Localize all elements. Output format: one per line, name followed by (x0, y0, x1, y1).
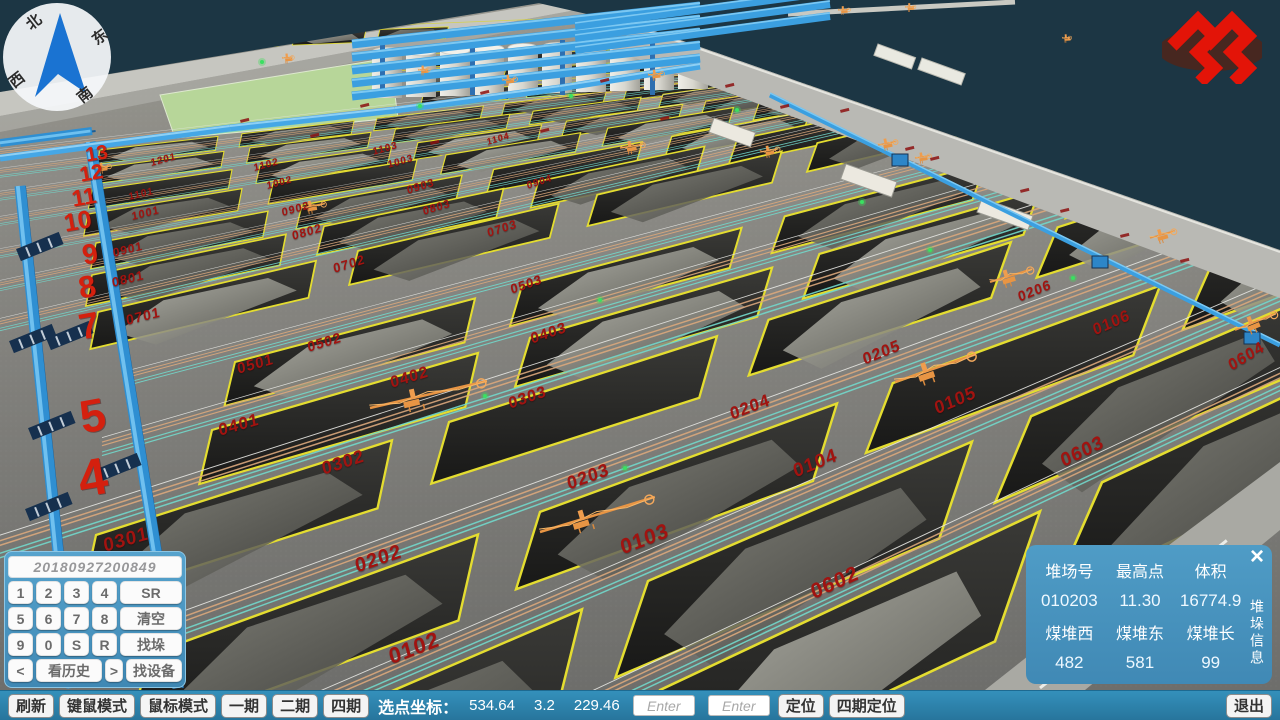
keypad-button-9[interactable]: 9 (8, 633, 33, 656)
keypad-button-S[interactable]: S (64, 633, 89, 656)
company-logo-icon (1162, 6, 1262, 84)
keypad-button-5[interactable]: 5 (8, 607, 33, 630)
keypad-button-R[interactable]: R (92, 633, 117, 656)
info-label: 最高点 (1116, 558, 1164, 582)
keypad-button-找垛[interactable]: 找垛 (120, 633, 182, 656)
coord-z-value: 229.46 (574, 697, 620, 714)
coord-y-value: 3.2 (534, 697, 555, 714)
keypad-button-8[interactable]: 8 (92, 607, 117, 630)
keypad-button-SR[interactable]: SR (120, 581, 182, 604)
info-value: 11.30 (1119, 591, 1160, 611)
toolbar-button-键鼠模式[interactable]: 键鼠模式 (59, 694, 135, 718)
keypad-button-4[interactable]: 4 (92, 581, 117, 604)
keypad-button-6[interactable]: 6 (36, 607, 61, 630)
info-value: 482 (1055, 653, 1083, 673)
coord-enter-input-2[interactable] (708, 695, 770, 716)
keypad-button-1[interactable]: 1 (8, 581, 33, 604)
toolbar-button-刷新[interactable]: 刷新 (8, 694, 54, 718)
info-value: 99 (1201, 653, 1220, 673)
info-value: 581 (1126, 653, 1154, 673)
info-label: 煤堆西 (1045, 620, 1093, 644)
pile-info-panel: × 堆场号最高点 体积 010203 11.30 16774.9 煤堆西煤堆东煤堆长 482… (1026, 545, 1272, 684)
info-value: 010203 (1041, 591, 1098, 611)
keypad-button-清空[interactable]: 清空 (120, 607, 182, 630)
coal-yard-3d-app: 1201110211031104110110011002100309010902… (0, 0, 1280, 720)
toolbar-button-一期[interactable]: 一期 (221, 694, 267, 718)
bottom-toolbar: 刷新键鼠模式鼠标模式一期二期四期 选点坐标： 534.64 3.2 229.46… (0, 690, 1280, 720)
pick-coordinates-label: 选点坐标： (378, 694, 458, 718)
compass[interactable]: 北 东 西 南 (0, 0, 114, 114)
info-value: 16774.9 (1180, 591, 1241, 611)
toolbar-button-定位[interactable]: 定位 (778, 694, 824, 718)
coord-x-value: 534.64 (469, 697, 515, 714)
info-label: 体积 (1195, 558, 1227, 582)
toolbar-button-四期定位[interactable]: 四期定位 (829, 694, 905, 718)
close-icon[interactable]: × (1250, 545, 1264, 569)
keypad-button-看历史[interactable]: 看历史 (36, 659, 102, 682)
exit-button[interactable]: 退出 (1226, 694, 1272, 718)
toolbar-button-四期[interactable]: 四期 (323, 694, 369, 718)
keypad-button->[interactable]: > (105, 659, 123, 682)
coord-enter-input-1[interactable] (633, 695, 695, 716)
info-label: 堆场号 (1045, 558, 1093, 582)
keypad-button-找设备[interactable]: 找设备 (126, 659, 182, 682)
keypad-button-<[interactable]: < (8, 659, 33, 682)
history-code-input[interactable] (8, 556, 182, 578)
toolbar-button-鼠标模式[interactable]: 鼠标模式 (140, 694, 216, 718)
keypad-button-3[interactable]: 3 (64, 581, 89, 604)
info-label: 煤堆东 (1116, 620, 1164, 644)
info-label: 煤堆长 (1187, 620, 1235, 644)
keypad-panel: 1234SR5678清空90SR找垛<看历史>找设备 (4, 551, 186, 688)
keypad-button-7[interactable]: 7 (64, 607, 89, 630)
toolbar-button-二期[interactable]: 二期 (272, 694, 318, 718)
pile-info-side-title: 堆垛信息 (1247, 599, 1267, 667)
keypad-button-2[interactable]: 2 (36, 581, 61, 604)
keypad-button-0[interactable]: 0 (36, 633, 61, 656)
